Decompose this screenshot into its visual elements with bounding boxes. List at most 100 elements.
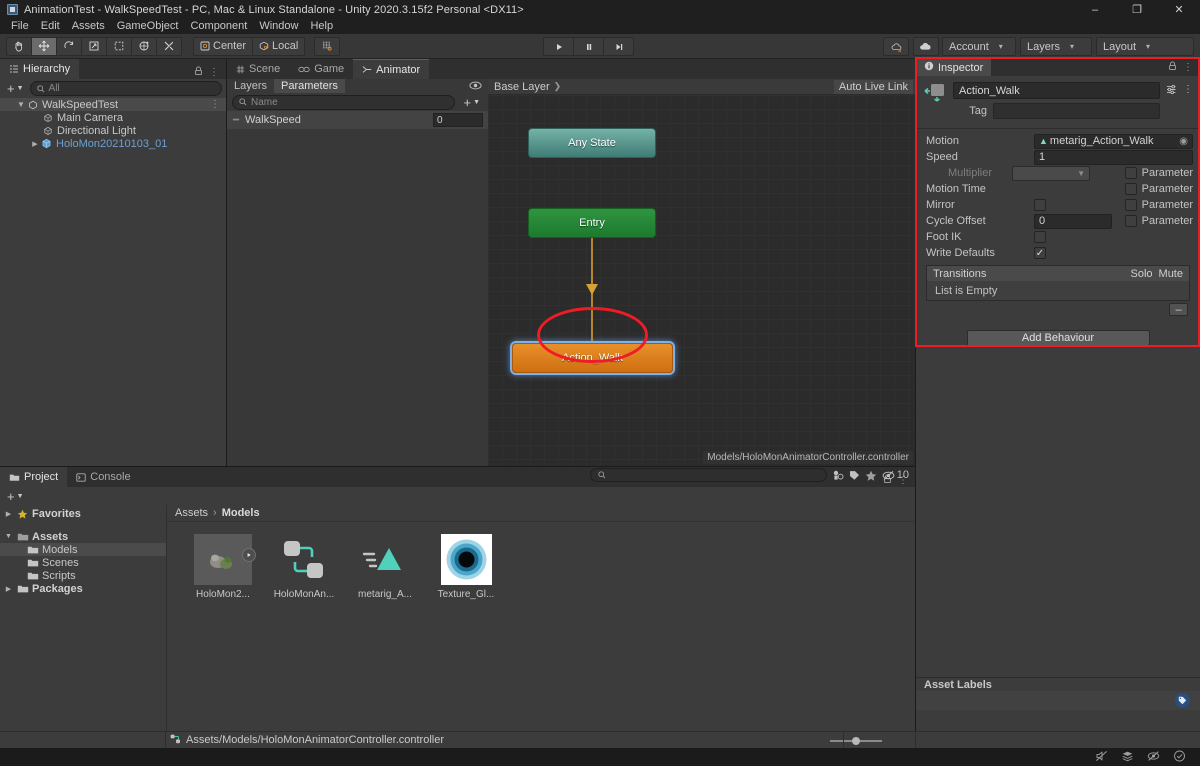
check-status-icon[interactable] (1173, 750, 1186, 765)
layers-dropdown[interactable]: Layers ▾ (1020, 37, 1092, 56)
mute-audio-icon[interactable] (1095, 750, 1108, 765)
account-dropdown[interactable]: Account ▾ (942, 37, 1016, 56)
motion-object-field[interactable]: ▲ metarig_Action_Walk ◉ (1034, 133, 1193, 149)
project-tree-item-scenes[interactable]: Scenes (0, 556, 166, 569)
kebab-menu-icon[interactable]: ⋮ (209, 67, 219, 78)
project-tree-item-assets[interactable]: ▼ Assets (0, 530, 166, 543)
auto-live-link-button[interactable]: Auto Live Link (833, 80, 913, 94)
animator-graph[interactable]: Any State Entry Action_Walk Models/HoloM… (488, 95, 915, 466)
maximize-button[interactable]: ❐ (1116, 0, 1158, 19)
rect-tool-icon[interactable] (106, 36, 132, 56)
play-preview-icon[interactable] (242, 548, 256, 562)
kebab-menu-icon[interactable]: ⋮ (1183, 62, 1193, 73)
cloud-icon[interactable] (913, 37, 939, 56)
animator-node-any-state[interactable]: Any State (528, 128, 656, 158)
breadcrumb-root[interactable]: Assets (175, 507, 208, 519)
transform-tool-icon[interactable] (131, 36, 157, 56)
pause-button[interactable] (573, 37, 604, 56)
state-name-input[interactable]: Action_Walk (953, 82, 1160, 99)
asset-item-animation-clip[interactable]: metarig_A... (353, 534, 417, 600)
add-gameobject-button[interactable]: + ▼ (4, 81, 27, 96)
cycle-offset-input[interactable]: 0 (1034, 213, 1112, 229)
parameter-search-input[interactable]: Name (232, 94, 456, 110)
step-button[interactable] (603, 37, 634, 56)
hierarchy-item-holomon[interactable]: ▶ HoloMon20210103_01 (0, 137, 226, 150)
multiplier-parameter-checkbox[interactable] (1124, 167, 1137, 179)
thumbnail-size-slider[interactable] (830, 737, 882, 745)
animator-eye-icon[interactable] (469, 81, 482, 93)
menu-edit[interactable]: Edit (35, 19, 66, 34)
project-tree-item-favorites[interactable]: ▶ Favorites (0, 507, 166, 520)
project-tree-item-models[interactable]: Models (0, 543, 166, 556)
mirror-checkbox[interactable] (1034, 199, 1046, 211)
pivot-mode-button[interactable]: Center (193, 36, 254, 56)
hidden-packages-counter[interactable]: 10 (882, 469, 909, 481)
project-tree-item-packages[interactable]: ▶ Packages (0, 582, 166, 595)
asset-item-texture[interactable]: Texture_Gl... (434, 534, 498, 600)
speed-input[interactable]: 1 (1034, 149, 1193, 165)
tab-game[interactable]: Game (289, 59, 354, 79)
slider-knob[interactable] (852, 737, 860, 745)
foldout-icon[interactable]: ▶ (30, 140, 40, 148)
foldout-icon[interactable]: ▶ (4, 510, 13, 518)
remove-transition-button[interactable]: – (1169, 303, 1188, 316)
asset-item-holomon-model[interactable]: HoloMon2... (191, 534, 256, 600)
layers-stack-icon[interactable] (1121, 750, 1134, 765)
project-search-input[interactable] (589, 468, 827, 482)
layer-breadcrumb[interactable]: Base Layer (488, 81, 550, 93)
hand-tool-icon[interactable] (6, 36, 32, 56)
tab-animator[interactable]: Animator (353, 59, 430, 79)
menu-assets[interactable]: Assets (66, 19, 111, 34)
foot-ik-checkbox[interactable] (1034, 231, 1046, 243)
kebab-menu-icon[interactable]: ⋮ (1183, 84, 1193, 95)
mirror-parameter-checkbox[interactable] (1124, 199, 1137, 211)
menu-help[interactable]: Help (304, 19, 339, 34)
foldout-icon[interactable]: ▼ (16, 100, 26, 109)
close-button[interactable]: ✕ (1158, 0, 1200, 19)
hierarchy-item-walkspeedtest[interactable]: ▼ WalkSpeedTest ⋮ (0, 98, 226, 111)
minimize-button[interactable]: – (1074, 0, 1116, 19)
custom-editor-tool-icon[interactable] (156, 36, 182, 56)
hidden-objects-icon[interactable] (1147, 750, 1160, 765)
foldout-icon[interactable]: ▼ (4, 533, 13, 540)
collab-error-icon[interactable] (883, 37, 909, 56)
object-picker-icon[interactable]: ◉ (1179, 136, 1188, 147)
create-asset-button[interactable]: + ▼ (4, 489, 27, 504)
menu-file[interactable]: File (5, 19, 35, 34)
tab-inspector[interactable]: Inspector (916, 59, 992, 76)
grid-snap-icon[interactable] (314, 36, 341, 56)
cycle-offset-parameter-checkbox[interactable] (1124, 215, 1137, 227)
rotate-tool-icon[interactable] (56, 36, 82, 56)
favorites-star-icon[interactable] (865, 470, 877, 481)
menu-window[interactable]: Window (253, 19, 304, 34)
label-tag-icon[interactable] (1175, 693, 1190, 708)
menu-component[interactable]: Component (184, 19, 253, 34)
write-defaults-checkbox[interactable]: ✓ (1034, 247, 1046, 259)
drag-handle-icon[interactable]: ━ (233, 115, 239, 126)
kebab-menu-icon[interactable]: ⋮ (210, 99, 220, 110)
subtab-layers[interactable]: Layers (227, 79, 274, 93)
project-tree-item-scripts[interactable]: Scripts (0, 569, 166, 582)
filter-by-label-icon[interactable] (849, 470, 860, 481)
animator-node-entry[interactable]: Entry (528, 208, 656, 238)
layout-dropdown[interactable]: Layout ▾ (1096, 37, 1194, 56)
hierarchy-item-directional-light[interactable]: Directional Light (0, 124, 226, 137)
menu-gameobject[interactable]: GameObject (111, 19, 185, 34)
tab-console[interactable]: Console (67, 467, 140, 487)
hierarchy-search-input[interactable]: All (29, 81, 222, 96)
add-behaviour-button[interactable]: Add Behaviour (966, 330, 1150, 346)
preset-icon[interactable] (1166, 84, 1177, 98)
multiplier-dropdown[interactable]: ▼ (1012, 165, 1090, 181)
add-parameter-button[interactable]: + ▼ (460, 95, 483, 110)
handle-rotation-button[interactable]: Local (252, 36, 306, 56)
hierarchy-item-main-camera[interactable]: Main Camera (0, 111, 226, 124)
foldout-icon[interactable]: ▶ (4, 585, 13, 593)
filter-by-type-icon[interactable] (832, 470, 844, 481)
animator-node-action-walk[interactable]: Action_Walk (512, 343, 673, 373)
scale-tool-icon[interactable] (81, 36, 107, 56)
move-tool-icon[interactable] (31, 36, 57, 56)
play-button[interactable] (543, 37, 574, 56)
parameter-row-walkspeed[interactable]: ━ WalkSpeed 0 (227, 111, 488, 129)
lock-icon[interactable] (194, 66, 203, 79)
lock-icon[interactable] (1168, 61, 1177, 74)
